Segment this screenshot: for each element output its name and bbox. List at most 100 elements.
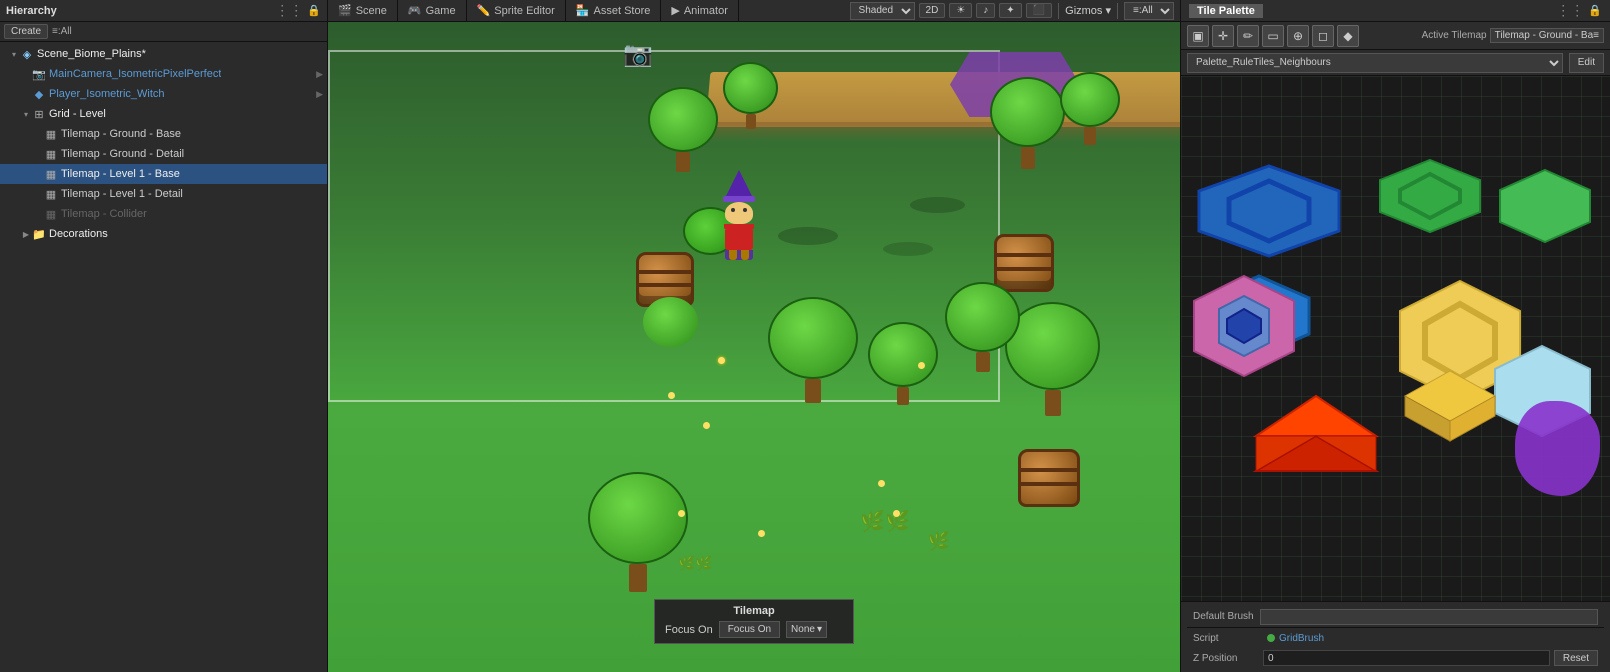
- tab-game[interactable]: 🎮 Game: [398, 0, 467, 21]
- tree-item-tm-collider[interactable]: ▶ ▦ Tilemap - Collider: [0, 204, 327, 224]
- all-dropdown[interactable]: ≡:All: [1124, 2, 1174, 20]
- expand-player[interactable]: ▶: [316, 89, 323, 100]
- scene-canvas[interactable]: 📷: [328, 22, 1180, 672]
- active-tilemap-dropdown[interactable]: Tilemap - Ground - Ba≡: [1490, 28, 1604, 43]
- focus-on-button[interactable]: Focus On: [719, 621, 780, 638]
- sep1: [1058, 3, 1059, 19]
- all-toggle[interactable]: ≡:All: [52, 26, 72, 37]
- shadow-2: [883, 242, 933, 256]
- tool-paint[interactable]: ✏: [1237, 25, 1259, 47]
- tilemap-l1d-icon: ▦: [44, 187, 58, 201]
- light-btn[interactable]: ☀: [949, 3, 972, 18]
- tool-move[interactable]: ✛: [1212, 25, 1234, 47]
- z-position-input[interactable]: [1263, 650, 1550, 666]
- hierarchy-header-label: Hierarchy: [6, 5, 57, 17]
- scene-icon: ◈: [20, 47, 34, 61]
- scene-tab-label: Scene: [356, 5, 387, 17]
- tree-item-camera[interactable]: ▶ 📷 MainCamera_IsometricPixelPerfect ▶: [0, 64, 327, 84]
- hierarchy-panel: Create ≡:All ▾ ◈ Scene_Biome_Plains* ▶ 📷…: [0, 22, 328, 672]
- palette-selector-row: Palette_RuleTiles_Neighbours Edit: [1181, 50, 1610, 76]
- tile-palette-title: Tile Palette: [1189, 4, 1263, 18]
- scene-tab-icon: 🎬: [338, 4, 352, 17]
- lava-tile: [1251, 391, 1381, 476]
- sprite-editor-tab-label: Sprite Editor: [494, 5, 555, 17]
- tree-3: [990, 77, 1065, 169]
- tree-item-decorations[interactable]: ▶ 📁 Decorations: [0, 224, 327, 244]
- palette-bottom: Default Brush Script GridBrush Z Positio…: [1181, 601, 1610, 672]
- tab-scene[interactable]: 🎬 Scene: [328, 0, 398, 21]
- tree-left-1: [643, 297, 698, 347]
- palette-select[interactable]: Palette_RuleTiles_Neighbours: [1187, 53, 1563, 73]
- expand-camera[interactable]: ▶: [316, 69, 323, 80]
- active-tilemap-value: Tilemap - Ground - Ba≡: [1495, 30, 1599, 41]
- audio-btn[interactable]: ♪: [976, 3, 995, 18]
- purple-blob-tile: [1515, 401, 1600, 496]
- script-dot-icon: [1267, 634, 1275, 642]
- default-brush-slider[interactable]: [1260, 609, 1598, 625]
- tree-item-scene[interactable]: ▾ ◈ Scene_Biome_Plains*: [0, 44, 327, 64]
- script-value: GridBrush: [1279, 633, 1324, 644]
- palette-tools-row: ▣ ✛ ✏ ▭ ⊕ ◻ ◆ Active Tilemap Tilemap - G…: [1181, 22, 1610, 50]
- tool-fill[interactable]: ◆: [1337, 25, 1359, 47]
- game-tab-icon: 🎮: [408, 4, 422, 17]
- tool-eraser[interactable]: ◻: [1312, 25, 1334, 47]
- none-dropdown[interactable]: None ▾: [786, 621, 827, 638]
- scene-view: 📷: [328, 22, 1180, 672]
- active-tilemap-label: Active Tilemap: [1422, 30, 1487, 41]
- flower-3: [703, 422, 710, 429]
- tile-palette-panel: ▣ ✛ ✏ ▭ ⊕ ◻ ◆ Active Tilemap Tilemap - G…: [1180, 22, 1610, 672]
- tree-item-grid[interactable]: ▾ ⊞ Grid - Level: [0, 104, 327, 124]
- camera-icon: 📷: [32, 67, 46, 81]
- tree-item-player[interactable]: ▶ ◆ Player_Isometric_Witch ▶: [0, 84, 327, 104]
- tilemap-popup: Tilemap Focus On Focus On None ▾: [654, 599, 854, 644]
- tilemap-popup-title: Tilemap: [665, 605, 843, 617]
- script-row: Script GridBrush: [1187, 628, 1604, 648]
- tree-item-tm-ground-detail[interactable]: ▶ ▦ Tilemap - Ground - Detail: [0, 144, 327, 164]
- flower-8: [893, 510, 900, 517]
- gizmos-label[interactable]: Gizmos ▾: [1065, 4, 1111, 17]
- tilemap-gb-icon: ▦: [44, 127, 58, 141]
- default-brush-label: Default Brush: [1193, 611, 1254, 622]
- tile-palette-dots[interactable]: ⋮⋮: [1556, 2, 1584, 19]
- decorations-folder-icon: 📁: [32, 227, 46, 241]
- tree-item-tm-ground-base[interactable]: ▶ ▦ Tilemap - Ground - Base: [0, 124, 327, 144]
- green-hex-tile-1: [1370, 156, 1490, 236]
- tool-picker[interactable]: ⊕: [1287, 25, 1309, 47]
- orange-3d-block: [1400, 366, 1500, 446]
- create-button[interactable]: Create: [4, 24, 48, 39]
- tile-palette-lock[interactable]: 🔒: [1588, 4, 1602, 17]
- flower-7: [878, 480, 885, 487]
- tree-1: [648, 87, 718, 172]
- animator-tab-icon: ▶: [671, 4, 679, 17]
- z-position-row: Z Position Reset: [1187, 648, 1604, 668]
- shaded-dropdown[interactable]: Shaded: [850, 2, 915, 20]
- edit-palette-button[interactable]: Edit: [1569, 53, 1604, 73]
- none-arrow: ▾: [817, 624, 822, 635]
- tm-level1-base-label: Tilemap - Level 1 - Base: [61, 168, 180, 180]
- player-icon: ◆: [32, 87, 46, 101]
- camera-widget: 📷: [623, 40, 653, 69]
- tool-rect[interactable]: ▭: [1262, 25, 1284, 47]
- z-position-label: Z Position: [1193, 653, 1263, 664]
- mode-2d-btn[interactable]: 2D: [919, 3, 946, 18]
- sky-btn[interactable]: ⬛: [1026, 3, 1052, 18]
- tree-item-tm-level1-detail[interactable]: ▶ ▦ Tilemap - Level 1 - Detail: [0, 184, 327, 204]
- tree-item-tm-level1-base[interactable]: ▶ ▦ Tilemap - Level 1 - Base: [0, 164, 327, 184]
- tab-animator[interactable]: ▶ Animator: [661, 0, 739, 21]
- tilemap-l1b-icon: ▦: [44, 167, 58, 181]
- tab-sprite-editor[interactable]: ✏️ Sprite Editor: [467, 0, 566, 21]
- fx-btn[interactable]: ✦: [999, 3, 1021, 18]
- animator-tab-label: Animator: [684, 5, 728, 17]
- hierarchy-lock[interactable]: 🔒: [307, 4, 321, 17]
- flower-5: [678, 510, 685, 517]
- grid-label: Grid - Level: [49, 108, 106, 120]
- camera-label: MainCamera_IsometricPixelPerfect: [49, 68, 221, 80]
- tab-asset-store[interactable]: 🏪 Asset Store: [566, 0, 662, 21]
- palette-canvas[interactable]: [1181, 76, 1610, 601]
- tree-4: [1060, 72, 1120, 145]
- hierarchy-dots[interactable]: ⋮⋮: [275, 2, 303, 19]
- asset-store-tab-icon: 🏪: [576, 4, 590, 17]
- main-layout: Create ≡:All ▾ ◈ Scene_Biome_Plains* ▶ 📷…: [0, 22, 1610, 672]
- reset-button[interactable]: Reset: [1554, 650, 1598, 666]
- tool-select[interactable]: ▣: [1187, 25, 1209, 47]
